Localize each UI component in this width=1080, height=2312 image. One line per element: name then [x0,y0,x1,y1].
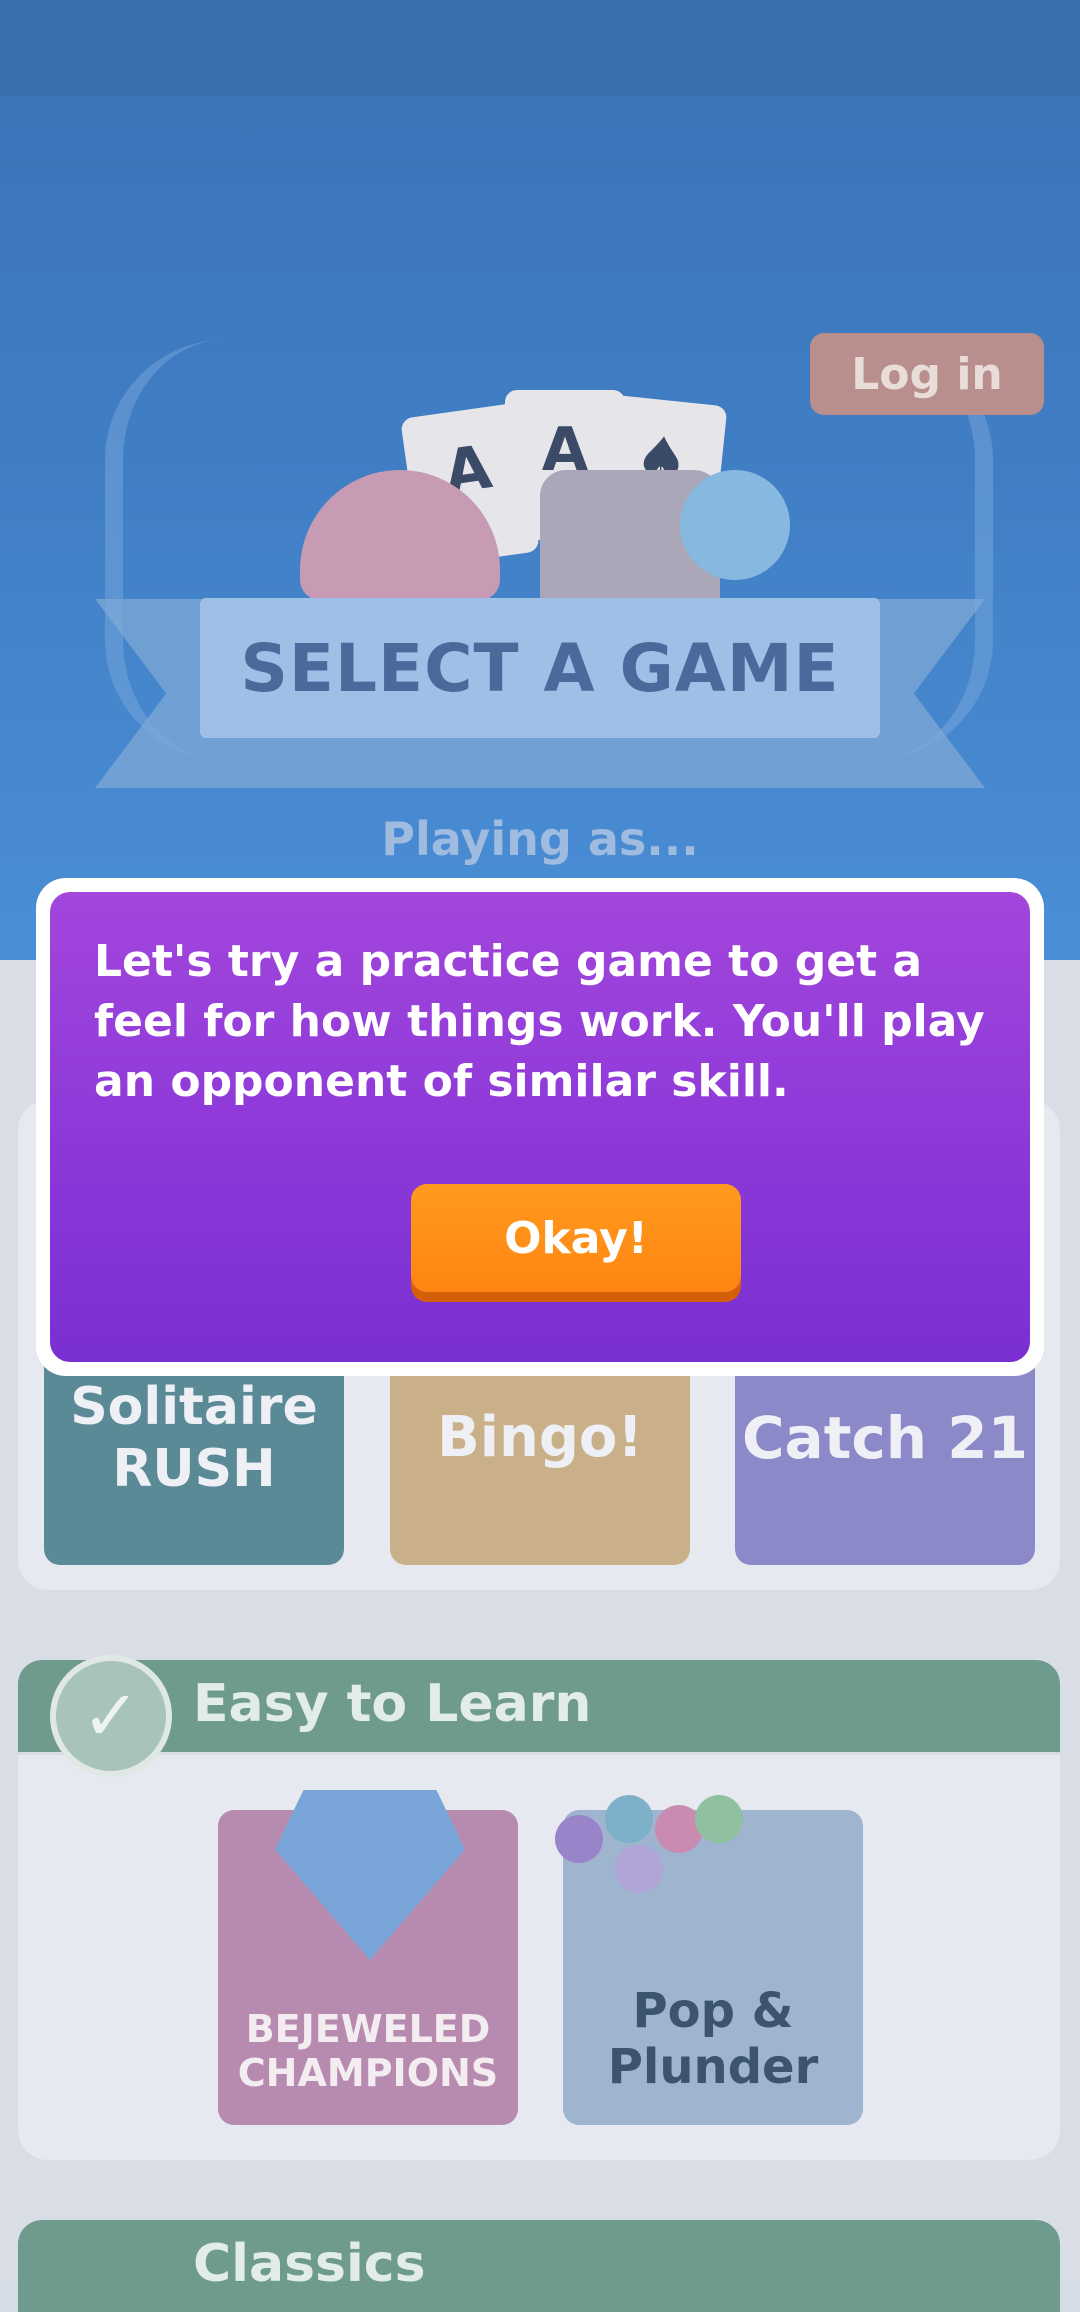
bubbles-icon [555,1795,745,1895]
dialog-message: Let's try a practice game to get a feel … [94,936,985,1107]
checkmark-icon: ✓ [50,1655,172,1777]
easy-to-learn-panel [18,1755,1060,2160]
easy-to-learn-header: Easy to Learn [18,1660,1060,1752]
login-button[interactable]: Log in [810,333,1044,415]
classics-header: Classics [18,2220,1060,2312]
status-bar [0,0,1080,96]
section-label: Easy to Learn [193,1674,592,1734]
ball-icon [680,470,790,580]
section-label: Classics [193,2234,426,2294]
header-game-art: A A ♠ [300,390,790,620]
dialog-body: Let's try a practice game to get a feel … [50,892,1030,1362]
page-title: SELECT A GAME [240,629,840,707]
playing-as-label: Playing as... [381,812,699,866]
practice-game-dialog: Let's try a practice game to get a feel … [36,878,1044,1376]
okay-button[interactable]: Okay! [411,1184,741,1292]
